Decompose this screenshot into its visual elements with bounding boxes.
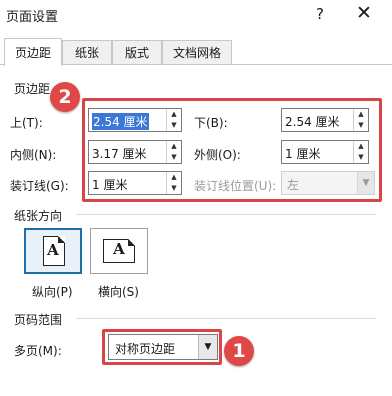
- annotation-badge-1: 1: [224, 336, 254, 366]
- title-bar: 页面设置 ? ✕: [0, 0, 392, 34]
- pages-divider: [76, 318, 376, 319]
- tab-layout[interactable]: 版式: [112, 40, 162, 64]
- portrait-glyph: A: [47, 241, 59, 259]
- landscape-glyph: A: [113, 240, 125, 258]
- top-margin-label: 上(T):: [10, 116, 43, 130]
- annotation-badge-2: 2: [50, 82, 80, 112]
- help-icon[interactable]: ?: [316, 5, 324, 23]
- highlight-box-margins: [82, 98, 382, 202]
- landscape-label[interactable]: 横向(S): [98, 283, 139, 300]
- orientation-section-label: 纸张方向: [14, 209, 63, 223]
- portrait-label[interactable]: 纵向(P): [32, 283, 73, 300]
- close-icon[interactable]: ✕: [356, 2, 372, 24]
- tab-doc-grid[interactable]: 文档网格: [162, 40, 232, 64]
- multiple-pages-label: 多页(M):: [14, 344, 62, 358]
- gutter-label: 装订线(G):: [10, 179, 69, 193]
- highlight-box-multiple-pages: [102, 329, 222, 365]
- portrait-button[interactable]: A: [24, 228, 82, 274]
- landscape-button[interactable]: A: [90, 228, 148, 274]
- inside-margin-label: 内侧(N):: [10, 148, 57, 162]
- orientation-divider: [76, 214, 376, 215]
- dialog-title: 页面设置: [6, 10, 59, 25]
- tab-margins[interactable]: 页边距: [4, 38, 62, 66]
- pages-section-label: 页码范围: [14, 313, 63, 327]
- margins-section-label: 页边距: [14, 82, 51, 96]
- tab-paper[interactable]: 纸张: [62, 40, 112, 64]
